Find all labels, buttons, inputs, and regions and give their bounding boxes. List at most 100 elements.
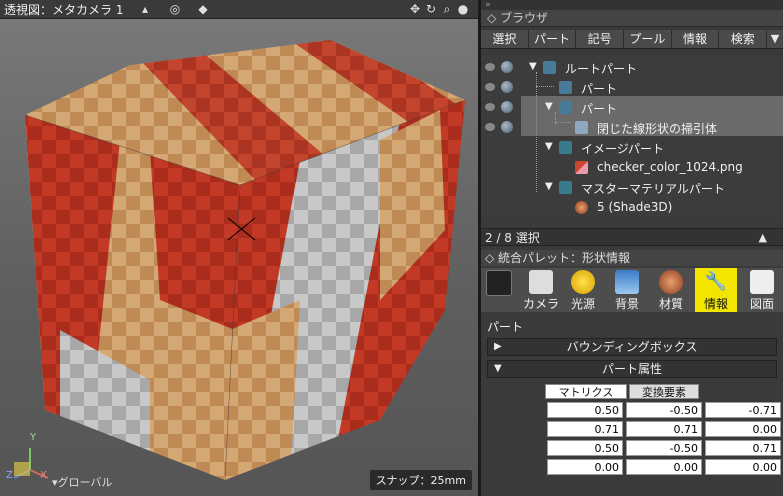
matrix-cell[interactable]: -0.50 xyxy=(626,440,702,456)
target-icon[interactable]: ◎ xyxy=(168,2,182,16)
subtab-transform[interactable]: 変換要素 xyxy=(629,384,699,399)
tab-part[interactable]: パート xyxy=(529,30,577,48)
browser-toggle-icon[interactable]: ◇ xyxy=(487,11,500,25)
tree-row-part-2[interactable]: ▼ パート xyxy=(481,98,783,118)
move-icon[interactable]: ✥ xyxy=(408,2,422,16)
ruler-icon xyxy=(750,270,774,294)
viewport-header: 透視図：メタカメラ 1 ▴ ◎ ◆ ✥ ↻ ⌕ ● xyxy=(0,0,478,19)
tree-label: checker_color_1024.png xyxy=(597,160,743,174)
shape-list-icon xyxy=(486,270,512,296)
tab-select[interactable]: 選択 xyxy=(481,30,529,48)
matrix-cell[interactable]: 0.71 xyxy=(547,421,623,437)
camera-switch-icon[interactable]: ▴ xyxy=(138,2,152,16)
matrix-cell[interactable]: 0.00 xyxy=(705,459,781,475)
sweep-shape-icon xyxy=(575,121,588,134)
palette-toggle-icon[interactable]: ◇ xyxy=(485,251,498,265)
part-icon xyxy=(559,81,572,94)
matrix-cell[interactable]: 0.00 xyxy=(626,459,702,475)
tab-info-active[interactable]: 🔧 情報 xyxy=(695,268,737,312)
tree-label: 5 (Shade3D) xyxy=(597,200,673,214)
visibility-eye-icon[interactable] xyxy=(485,103,495,111)
matrix-cell[interactable]: -0.50 xyxy=(626,402,702,418)
tab-background-label: 背景 xyxy=(614,297,639,311)
matrix-cell[interactable]: 0.71 xyxy=(626,421,702,437)
master-material-icon xyxy=(559,181,572,194)
tree-row-root[interactable]: ▼ ルートパート xyxy=(481,58,783,78)
part-tree: ▼ ルートパート パート ▼ パート 閉じた線形状の掃引体 ▼ イメージパート xyxy=(481,56,783,218)
expand-triangle-icon[interactable]: ▼ xyxy=(529,61,537,72)
tab-symbol[interactable]: 記号 xyxy=(576,30,625,48)
tab-material[interactable]: 材質 xyxy=(653,268,689,312)
render-toggle-icon[interactable] xyxy=(501,81,513,93)
tree-label: ルートパート xyxy=(565,62,638,76)
tab-camera[interactable]: カメラ xyxy=(521,268,561,312)
part-type-label: パート xyxy=(487,320,524,334)
render-toggle-icon[interactable] xyxy=(501,61,513,73)
tab-pool[interactable]: プール xyxy=(624,30,672,48)
right-panel: » ◇ ブラウザ 選択 パート 記号 プール 情報 検索 ▼ ▼ ルートパート … xyxy=(481,0,783,496)
coordinate-mode-dropdown[interactable]: ▾グローバル xyxy=(52,474,112,490)
tree-row-part-1[interactable]: パート xyxy=(481,78,783,98)
axis-x-label: X xyxy=(40,470,47,481)
tab-drawing[interactable]: 図面 xyxy=(743,268,781,312)
tree-row-material[interactable]: 5 (Shade3D) xyxy=(481,198,783,218)
matrix-cell[interactable]: 0.71 xyxy=(705,440,781,456)
render-toggle-icon[interactable] xyxy=(501,101,513,113)
part-icon xyxy=(543,61,556,74)
tab-background[interactable]: 背景 xyxy=(609,268,645,312)
matrix-cell[interactable]: 0.50 xyxy=(547,402,623,418)
tab-search[interactable]: 検索 xyxy=(719,30,768,48)
tree-row-sweep[interactable]: 閉じた線形状の掃引体 xyxy=(481,118,783,138)
bbox-section-title: バウンディングボックス xyxy=(566,340,698,354)
viewport-title[interactable]: 透視図：メタカメラ 1 xyxy=(4,1,123,18)
tree-row-image-part[interactable]: ▼ イメージパート xyxy=(481,138,783,158)
tree-label: マスターマテリアルパート xyxy=(581,182,725,196)
render-toggle-icon[interactable] xyxy=(501,121,513,133)
zoom-icon[interactable]: ⌕ xyxy=(440,2,454,16)
3d-viewport[interactable]: 透視図：メタカメラ 1 ▴ ◎ ◆ ✥ ↻ ⌕ ● Y X Z ▾グローバル ス… xyxy=(0,0,478,496)
matrix-cell[interactable]: 0.00 xyxy=(547,459,623,475)
tab-shape-list[interactable] xyxy=(483,268,513,312)
selection-count: 2 / 8 選択 xyxy=(485,231,540,245)
expand-triangle-icon[interactable]: ▼ xyxy=(545,181,553,192)
light-icon xyxy=(571,270,595,294)
tabs-menu-icon[interactable]: ▼ xyxy=(767,30,783,48)
palette-title: 統合パレット：形状情報 xyxy=(498,251,631,265)
snap-indicator[interactable]: スナップ：25mm xyxy=(369,470,472,490)
bbox-section-header[interactable]: ▶ バウンディングボックス xyxy=(487,338,777,356)
cube-view-icon[interactable]: ◆ xyxy=(196,2,210,16)
expand-triangle-icon[interactable]: ▼ xyxy=(545,141,553,152)
collapse-up-icon[interactable]: ▲ xyxy=(759,229,767,247)
visibility-eye-icon[interactable] xyxy=(485,83,495,91)
palette-titlebar: ◇ 統合パレット：形状情報 xyxy=(481,250,783,266)
tab-drawing-label: 図面 xyxy=(749,297,774,311)
browser-tabs: 選択 パート 記号 プール 情報 検索 ▼ xyxy=(481,30,783,49)
tab-light-label: 光源 xyxy=(570,297,595,311)
matrix-cell[interactable]: 0.00 xyxy=(705,421,781,437)
tab-camera-label: カメラ xyxy=(522,297,559,311)
browser-title: ブラウザ xyxy=(500,11,549,25)
cube-render xyxy=(13,40,466,481)
selection-status-bar: 2 / 8 選択 ▲ xyxy=(481,228,783,246)
attr-section-header[interactable]: ▼ パート属性 xyxy=(487,360,777,378)
visibility-eye-icon[interactable] xyxy=(485,63,495,71)
render-mode-icon[interactable]: ● xyxy=(456,2,470,16)
matrix-cell[interactable]: 0.50 xyxy=(547,440,623,456)
visibility-eye-icon[interactable] xyxy=(485,123,495,131)
tab-info-label: 情報 xyxy=(703,297,728,311)
rotate-icon[interactable]: ↻ xyxy=(424,2,438,16)
expand-triangle-icon[interactable]: ▼ xyxy=(545,101,553,112)
subtab-matrix[interactable]: マトリクス xyxy=(545,384,627,399)
palette-tabs: カメラ 光源 背景 材質 🔧 情報 図面 xyxy=(481,268,783,312)
tree-row-image[interactable]: checker_color_1024.png xyxy=(481,158,783,178)
tree-label: イメージパート xyxy=(581,142,665,156)
tab-light[interactable]: 光源 xyxy=(565,268,601,312)
expand-chevron-icon[interactable]: » xyxy=(481,0,783,10)
matrix-cell[interactable]: -0.71 xyxy=(705,402,781,418)
image-part-icon xyxy=(559,141,572,154)
wrench-icon: 🔧 xyxy=(704,270,728,294)
tree-row-master-material[interactable]: ▼ マスターマテリアルパート xyxy=(481,178,783,198)
material-icon xyxy=(659,270,683,294)
tab-info[interactable]: 情報 xyxy=(672,30,720,48)
browser-titlebar: ◇ ブラウザ xyxy=(481,10,783,27)
